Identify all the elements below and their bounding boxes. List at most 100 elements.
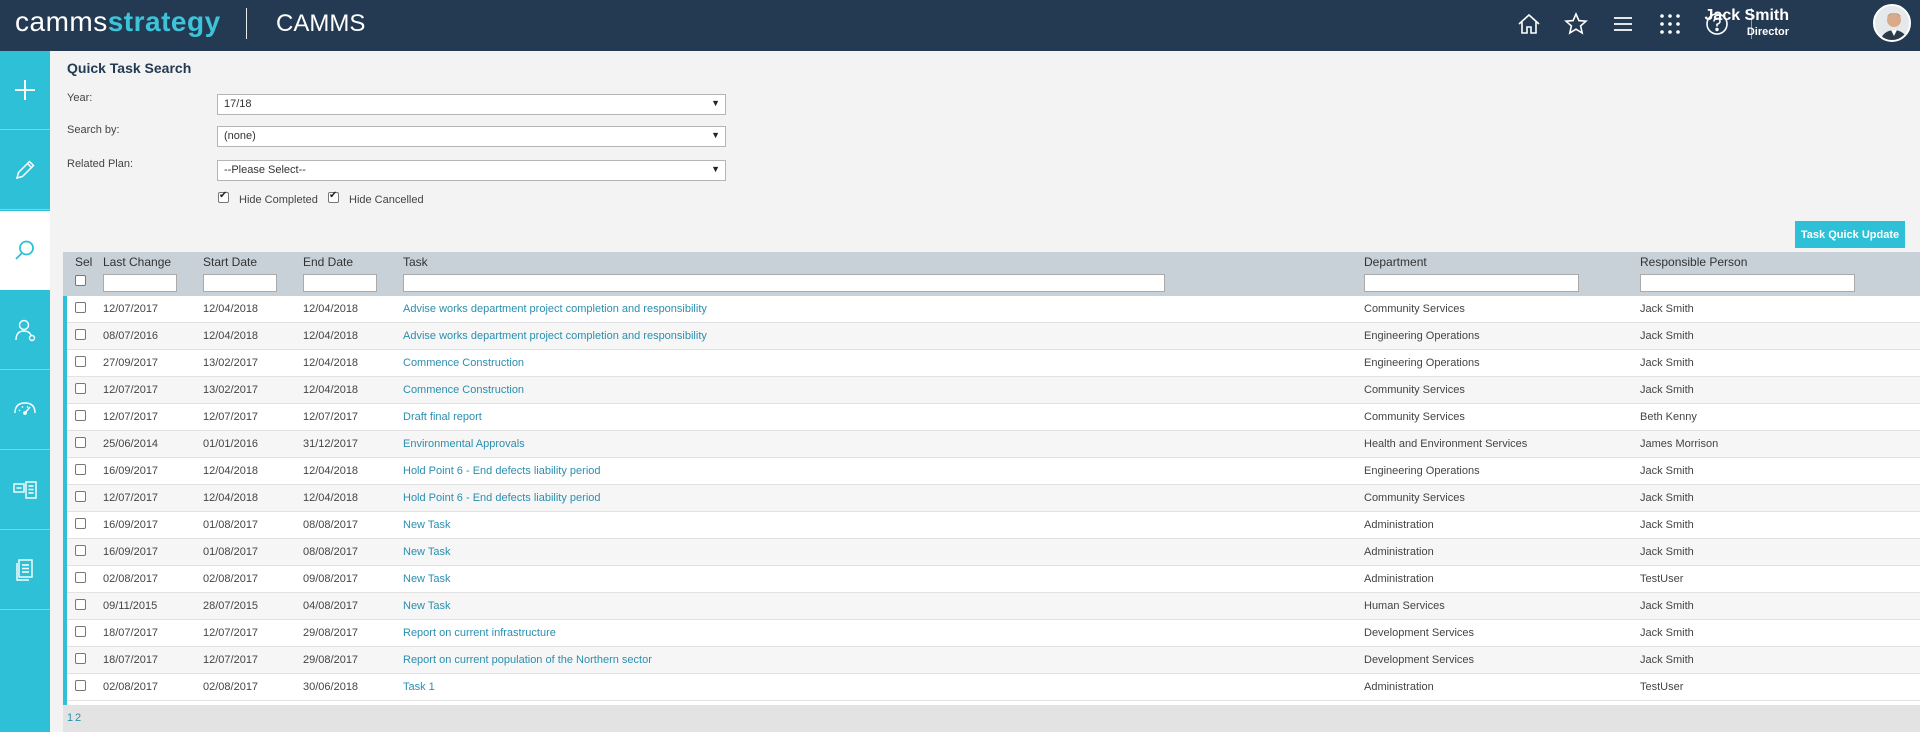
related-plan-select[interactable]: --Please Select-- ▼ xyxy=(217,160,726,181)
row-select-checkbox[interactable] xyxy=(75,653,86,664)
row-select-checkbox[interactable] xyxy=(75,410,86,421)
filter-end-date-input[interactable] xyxy=(303,274,377,292)
task-quick-update-button[interactable]: Task Quick Update xyxy=(1795,221,1905,248)
grid-icon[interactable] xyxy=(1657,11,1683,37)
table-row[interactable]: 12/07/2017 12/07/2017 12/07/2017 Draft fina… xyxy=(67,404,1920,431)
sidebar-item-edit[interactable] xyxy=(0,131,50,210)
row-select-checkbox[interactable] xyxy=(75,626,86,637)
cell-task-link[interactable]: Commence Construction xyxy=(403,384,524,396)
table-row[interactable]: 02/08/2017 02/08/2017 09/08/2017 New Task Ad… xyxy=(67,566,1920,593)
cell-task-link[interactable]: Commence Construction xyxy=(403,357,524,369)
page-link-2[interactable]: 2 xyxy=(75,712,81,724)
user-icon xyxy=(15,319,36,342)
cell-last-change: 25/06/2014 xyxy=(103,438,159,450)
cell-start-date: 02/08/2017 xyxy=(203,681,259,693)
cell-end-date: 12/07/2017 xyxy=(303,411,359,423)
cell-task-link[interactable]: Report on current population of the Nort… xyxy=(403,654,652,666)
col-header-responsible-person[interactable]: Responsible Person xyxy=(1640,255,1747,269)
cell-start-date: 02/08/2017 xyxy=(203,573,259,585)
sidebar-item-documents[interactable] xyxy=(0,531,50,610)
row-select-checkbox[interactable] xyxy=(75,572,86,583)
cell-last-change: 27/09/2017 xyxy=(103,357,159,369)
cell-task-link[interactable]: Draft final report xyxy=(403,411,482,423)
row-select-checkbox[interactable] xyxy=(75,329,86,340)
cell-task-link[interactable]: New Task xyxy=(403,573,450,585)
cell-task-link[interactable]: New Task xyxy=(403,600,450,612)
select-all-checkbox[interactable] xyxy=(75,275,86,286)
cards-icon xyxy=(13,481,37,499)
table-row[interactable]: 25/06/2014 01/01/2016 31/12/2017 Environmen… xyxy=(67,431,1920,458)
hide-completed-checkbox[interactable] xyxy=(218,190,229,203)
row-select-checkbox[interactable] xyxy=(75,302,86,313)
main-content: Quick Task Search Year: 17/18 ▼ Search b… xyxy=(50,51,1920,732)
col-header-department[interactable]: Department xyxy=(1364,255,1427,269)
cell-task-link[interactable]: Advise works department project completi… xyxy=(403,303,707,315)
table-row[interactable]: 16/09/2017 01/08/2017 08/08/2017 New Task Ad… xyxy=(67,539,1920,566)
cell-responsible-person: Jack Smith xyxy=(1640,546,1694,558)
row-select-checkbox[interactable] xyxy=(75,518,86,529)
cell-responsible-person: Jack Smith xyxy=(1640,357,1694,369)
row-select-checkbox[interactable] xyxy=(75,464,86,475)
filter-department-input[interactable] xyxy=(1364,274,1579,292)
home-icon[interactable] xyxy=(1516,11,1542,37)
cell-task-link[interactable]: Task 1 xyxy=(403,681,435,693)
cell-last-change: 18/07/2017 xyxy=(103,627,159,639)
cell-start-date: 12/04/2018 xyxy=(203,465,259,477)
table-row[interactable]: 16/09/2017 01/08/2017 08/08/2017 New Task Ad… xyxy=(67,512,1920,539)
table-row[interactable]: 27/09/2017 13/02/2017 12/04/2018 Commence C… xyxy=(67,350,1920,377)
searchby-select[interactable]: (none) ▼ xyxy=(217,126,726,147)
filter-start-date-input[interactable] xyxy=(203,274,277,292)
table-row[interactable]: 12/07/2017 13/02/2017 12/04/2018 Commence C… xyxy=(67,377,1920,404)
col-header-last-change[interactable]: Last Change xyxy=(103,255,171,269)
table-row[interactable]: 08/07/2016 12/04/2018 12/04/2018 Advise wor… xyxy=(67,323,1920,350)
cell-task-link[interactable]: Hold Point 6 - End defects liability per… xyxy=(403,492,601,504)
menu-icon[interactable] xyxy=(1610,11,1636,37)
row-select-checkbox[interactable] xyxy=(75,356,86,367)
table-row[interactable]: 12/07/2017 12/04/2018 12/04/2018 Advise wor… xyxy=(67,296,1920,323)
cell-department: Community Services xyxy=(1364,411,1465,423)
cell-end-date: 12/04/2018 xyxy=(303,330,359,342)
table-row[interactable]: 18/07/2017 12/07/2017 29/08/2017 Report on … xyxy=(67,620,1920,647)
page-link-1[interactable]: 1 xyxy=(67,712,73,724)
cell-department: Community Services xyxy=(1364,303,1465,315)
star-icon[interactable] xyxy=(1563,11,1589,37)
table-row[interactable]: 09/11/2015 28/07/2015 04/08/2017 New Task Hu… xyxy=(67,593,1920,620)
col-header-end-date[interactable]: End Date xyxy=(303,255,353,269)
table-row[interactable]: 12/07/2017 12/04/2018 12/04/2018 Hold Point… xyxy=(67,485,1920,512)
filter-last-change-input[interactable] xyxy=(103,274,177,292)
cell-task-link[interactable]: New Task xyxy=(403,546,450,558)
cell-task-link[interactable]: Advise works department project completi… xyxy=(403,330,707,342)
row-select-checkbox[interactable] xyxy=(75,599,86,610)
cell-task-link[interactable]: Report on current infrastructure xyxy=(403,627,556,639)
sidebar-item-search[interactable] xyxy=(0,211,50,290)
cell-task-link[interactable]: New Task xyxy=(403,519,450,531)
row-select-checkbox[interactable] xyxy=(75,545,86,556)
sidebar-item-cards[interactable] xyxy=(0,451,50,530)
cell-start-date: 01/08/2017 xyxy=(203,546,259,558)
filter-responsible-person-input[interactable] xyxy=(1640,274,1855,292)
cell-task-link[interactable]: Environmental Approvals xyxy=(403,438,525,450)
filter-task-input[interactable] xyxy=(403,274,1165,292)
user-name[interactable]: Jack Smith xyxy=(1705,7,1789,25)
row-select-checkbox[interactable] xyxy=(75,383,86,394)
sidebar-item-user[interactable] xyxy=(0,291,50,370)
table-row[interactable]: 16/09/2017 12/04/2018 12/04/2018 Hold Point… xyxy=(67,458,1920,485)
cell-end-date: 30/06/2018 xyxy=(303,681,359,693)
cell-task-link[interactable]: Hold Point 6 - End defects liability per… xyxy=(403,465,601,477)
year-label: Year: xyxy=(67,92,93,104)
table-row[interactable]: 02/08/2017 02/08/2017 30/06/2018 Task 1 Admi… xyxy=(67,674,1920,701)
sidebar-item-add[interactable] xyxy=(0,51,50,130)
cell-responsible-person: Jack Smith xyxy=(1640,600,1694,612)
row-select-checkbox[interactable] xyxy=(75,491,86,502)
hide-cancelled-checkbox[interactable] xyxy=(328,190,339,203)
dropdown-arrow-icon: ▼ xyxy=(711,98,720,108)
logo[interactable]: cammsstrategy xyxy=(15,6,221,38)
table-row[interactable]: 18/07/2017 12/07/2017 29/08/2017 Report on … xyxy=(67,647,1920,674)
sidebar-item-gauge[interactable] xyxy=(0,371,50,450)
row-select-checkbox[interactable] xyxy=(75,437,86,448)
col-header-task[interactable]: Task xyxy=(403,255,428,269)
row-select-checkbox[interactable] xyxy=(75,680,86,691)
col-header-start-date[interactable]: Start Date xyxy=(203,255,257,269)
avatar[interactable] xyxy=(1873,4,1911,42)
year-select[interactable]: 17/18 ▼ xyxy=(217,94,726,115)
